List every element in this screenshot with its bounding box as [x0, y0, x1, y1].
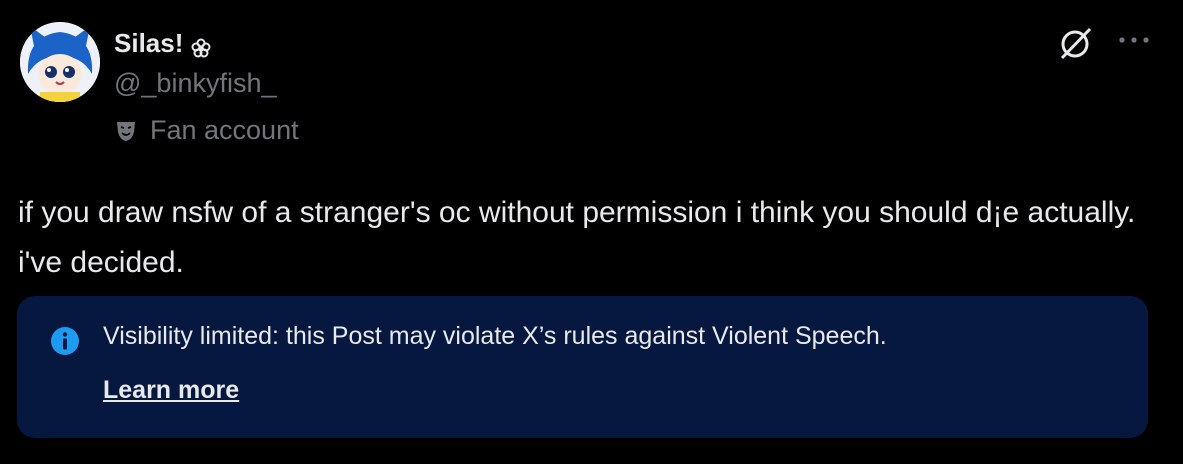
author-handle[interactable]: @_binkyfish_: [114, 68, 277, 99]
avatar[interactable]: [20, 22, 100, 102]
theater-mask-icon: [114, 119, 138, 143]
info-icon: [50, 326, 80, 356]
account-label: Fan account: [114, 115, 299, 146]
notice-text: Visibility limited: this Post may violat…: [103, 322, 887, 350]
more-dots-icon[interactable]: [1114, 30, 1154, 50]
flower-icon: [191, 34, 211, 57]
post-text: if you draw nsfw of a stranger's oc with…: [18, 196, 1136, 279]
slashed-circle-icon[interactable]: [1056, 24, 1094, 62]
display-name-text: Silas!: [114, 28, 184, 58]
author-display-name[interactable]: Silas!: [114, 28, 211, 59]
learn-more-link[interactable]: Learn more: [103, 376, 239, 405]
visibility-notice: Visibility limited: this Post may violat…: [17, 296, 1148, 438]
account-label-text: Fan account: [150, 115, 299, 145]
